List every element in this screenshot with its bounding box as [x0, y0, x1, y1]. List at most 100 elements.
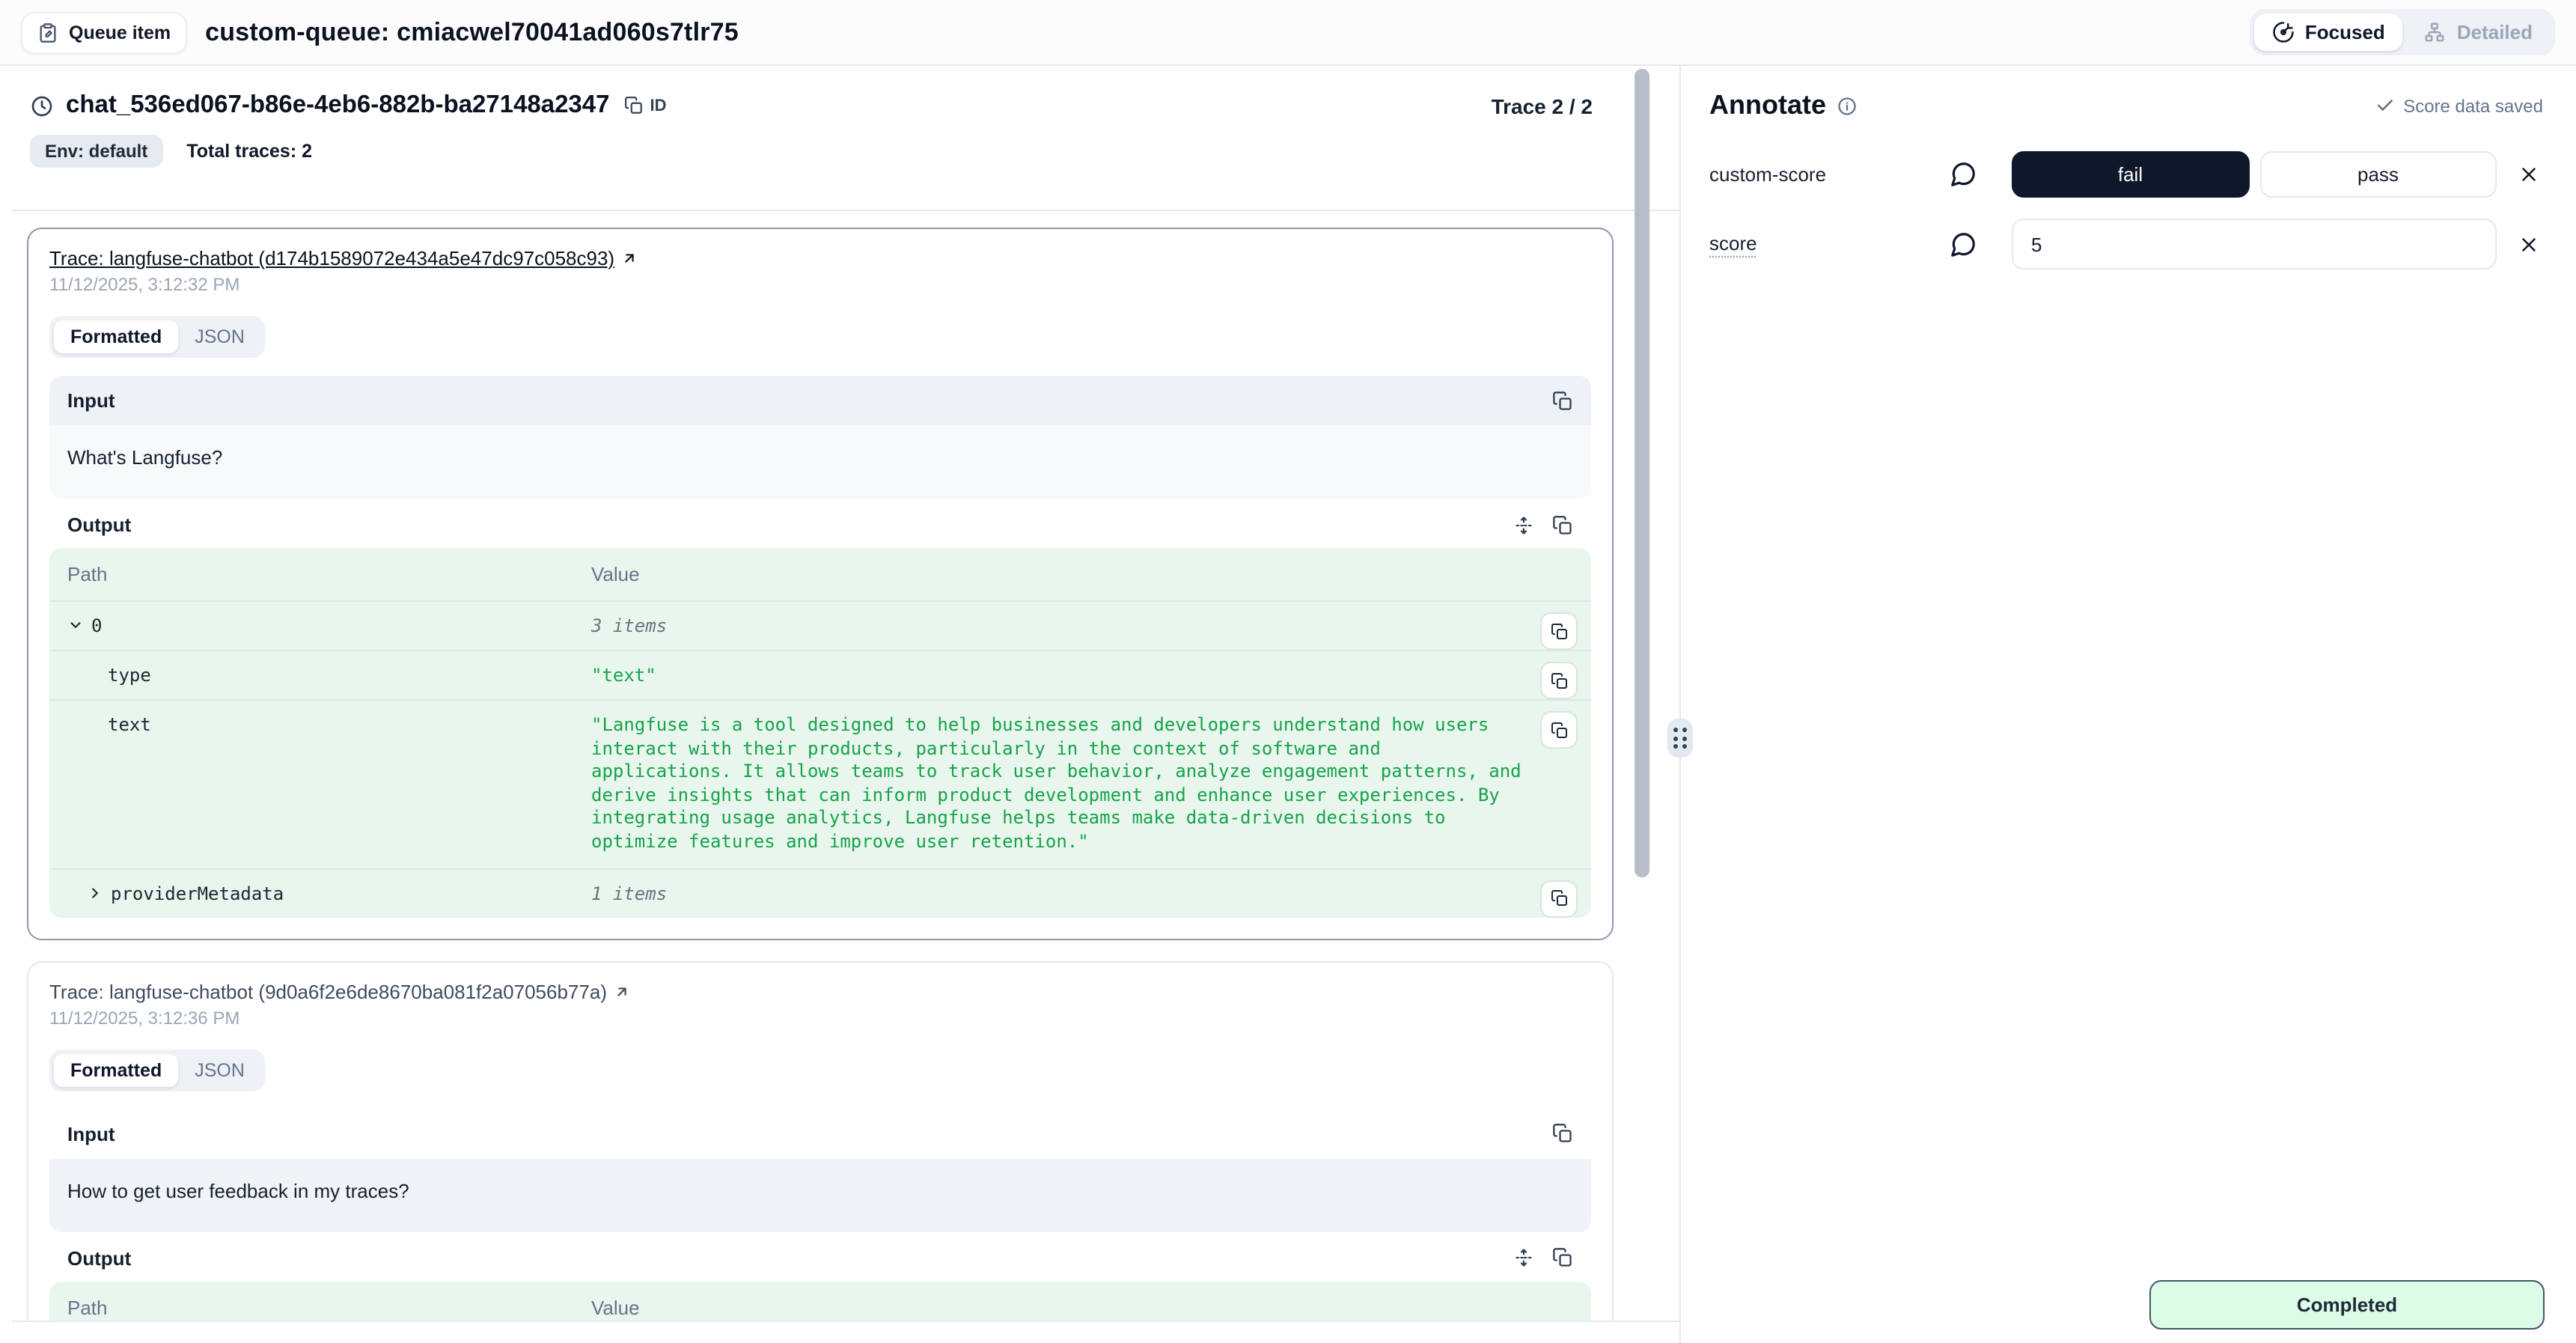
comment-bubble-icon[interactable] — [1949, 230, 2012, 258]
clock-icon — [30, 94, 54, 118]
clipboard-pen-icon — [37, 22, 58, 43]
copy-row-button[interactable] — [1540, 880, 1578, 917]
annotate-title: Annotate — [1709, 90, 1826, 121]
expand-output-button[interactable] — [1513, 1247, 1534, 1268]
output-json-table: Path Value 0 3 items — [49, 1281, 1591, 1322]
trace-timestamp: 11/12/2025, 3:12:32 PM — [49, 274, 1591, 295]
completed-button[interactable]: Completed — [2149, 1280, 2545, 1330]
trace-preview-panel: chat_536ed067-b86e-4eb6-882b-ba27148a234… — [0, 66, 1679, 1343]
table-row[interactable]: type "text" — [49, 650, 1591, 699]
numeric-score-input[interactable] — [2012, 219, 2497, 269]
score-name-label: custom-score — [1709, 162, 1826, 185]
row-path: text — [67, 714, 591, 854]
table-row[interactable]: 0 3 items — [49, 600, 1591, 650]
copy-input-button[interactable] — [1552, 390, 1573, 411]
external-link-icon — [620, 250, 637, 267]
score-name-label: score — [1709, 232, 1757, 255]
output-header: Output — [49, 1231, 1591, 1281]
trace-card: Trace: langfuse-chatbot (9d0a6f2e6de8670… — [27, 960, 1614, 1322]
queue-item-badge: Queue item — [21, 11, 187, 53]
annotate-panel: Annotate Score data saved custom-score — [1679, 66, 2576, 1343]
input-header: Input — [49, 376, 1591, 425]
trace-item-title: chat_536ed067-b86e-4eb6-882b-ba27148a234… — [66, 91, 610, 120]
score-saved-status: Score data saved — [2375, 95, 2543, 116]
column-path: Path — [67, 563, 591, 585]
copy-id-button[interactable]: ID — [622, 93, 670, 118]
viewport: Queue item custom-queue: cmiacwel70041ad… — [0, 0, 2576, 1343]
input-content: How to get user feedback in my traces? — [49, 1158, 1591, 1231]
copy-row-button[interactable] — [1540, 711, 1578, 749]
tab-formatted[interactable]: Formatted — [54, 1053, 178, 1086]
row-path: 0 — [91, 615, 102, 636]
output-header: Output — [49, 499, 1591, 548]
annotate-header: Annotate Score data saved — [1709, 90, 2543, 121]
table-row[interactable]: text "Langfuse is a tool designed to hel… — [49, 699, 1591, 868]
traces-scroll-area[interactable]: Trace: langfuse-chatbot (d174b1589072e43… — [12, 210, 1679, 1322]
page-title: custom-queue: cmiacwel70041ad060s7tlr75 — [205, 17, 739, 47]
check-icon — [2375, 96, 2394, 115]
categorical-score-buttons: fail pass — [2012, 151, 2497, 198]
item-meta-row: Env: default Total traces: 2 — [0, 126, 1679, 183]
score-row-score: score — [1709, 219, 2543, 269]
score-option-pass[interactable]: pass — [2259, 151, 2497, 198]
expand-output-button[interactable] — [1513, 514, 1534, 535]
detailed-view-label: Detailed — [2457, 21, 2533, 43]
copy-output-button[interactable] — [1552, 1247, 1573, 1268]
trace-link[interactable]: Trace: langfuse-chatbot (9d0a6f2e6de8670… — [49, 980, 607, 1002]
table-row[interactable]: providerMetadata 1 items — [49, 868, 1591, 917]
row-path: providerMetadata — [111, 883, 284, 904]
split-body: chat_536ed067-b86e-4eb6-882b-ba27148a234… — [0, 66, 2576, 1343]
output-json-table: Path Value 0 3 items — [49, 548, 1591, 917]
focused-view-button[interactable]: Focused — [2254, 13, 2403, 51]
detailed-view-button[interactable]: Detailed — [2406, 13, 2551, 51]
column-value: Value — [591, 1296, 1573, 1318]
tab-json[interactable]: JSON — [178, 320, 261, 353]
copy-row-button[interactable] — [1540, 612, 1578, 650]
column-path: Path — [67, 1296, 591, 1318]
row-value: "text" — [591, 665, 1525, 686]
row-value: "Langfuse is a tool designed to help bus… — [591, 714, 1525, 854]
total-traces-label: Total traces: 2 — [186, 141, 312, 162]
input-header: Input — [49, 1109, 1591, 1158]
copy-input-button[interactable] — [1552, 1123, 1573, 1144]
external-link-icon — [613, 983, 629, 999]
format-tabs: Formatted JSON — [49, 316, 266, 358]
trace-card-current: Trace: langfuse-chatbot (d174b1589072e43… — [27, 228, 1614, 940]
json-table-header: Path Value — [49, 548, 1591, 600]
tab-json[interactable]: JSON — [178, 1053, 261, 1086]
trace-link[interactable]: Trace: langfuse-chatbot (d174b1589072e43… — [49, 247, 614, 269]
chevron-right-icon[interactable] — [87, 884, 103, 901]
row-path: type — [67, 665, 591, 686]
score-row-custom-score: custom-score fail pass — [1709, 151, 2543, 198]
item-title-row: chat_536ed067-b86e-4eb6-882b-ba27148a234… — [0, 66, 1679, 126]
queue-item-badge-label: Queue item — [69, 22, 171, 43]
info-icon[interactable] — [1837, 95, 1858, 116]
delete-score-icon[interactable] — [2515, 230, 2543, 258]
vertical-scrollbar-thumb[interactable] — [1635, 69, 1649, 877]
screen: Queue item custom-queue: cmiacwel70041ad… — [0, 0, 2576, 1343]
input-section: Input How to get user feedback in my tra… — [49, 1109, 1591, 1231]
tab-formatted[interactable]: Formatted — [54, 320, 178, 353]
copy-output-button[interactable] — [1552, 514, 1573, 535]
trace-link-row: Trace: langfuse-chatbot (d174b1589072e43… — [49, 247, 1591, 269]
panel-resize-handle[interactable] — [1667, 719, 1693, 758]
format-tabs: Formatted JSON — [49, 1049, 266, 1091]
grip-dots-icon — [1674, 728, 1687, 749]
copy-row-button[interactable] — [1540, 662, 1578, 699]
gauge-icon — [2272, 21, 2295, 43]
top-header-bar: Queue item custom-queue: cmiacwel70041ad… — [0, 0, 2576, 66]
trace-counter: Trace 2 / 2 — [1492, 94, 1593, 118]
chevron-down-icon[interactable] — [67, 617, 84, 633]
view-mode-toggle: Focused Detailed — [2250, 9, 2555, 55]
input-section: Input What's Langfuse? — [49, 376, 1591, 499]
panel-divider — [1679, 66, 1681, 1343]
row-value: 1 items — [591, 883, 1525, 904]
env-badge: Env: default — [30, 135, 162, 168]
comment-bubble-icon[interactable] — [1949, 160, 2012, 189]
delete-score-icon[interactable] — [2515, 160, 2543, 189]
score-option-fail[interactable]: fail — [2012, 151, 2249, 198]
trace-link-row: Trace: langfuse-chatbot (9d0a6f2e6de8670… — [49, 980, 1591, 1002]
copy-id-label: ID — [650, 97, 667, 115]
copy-icon — [625, 96, 644, 115]
trace-timestamp: 11/12/2025, 3:12:36 PM — [49, 1007, 1591, 1028]
